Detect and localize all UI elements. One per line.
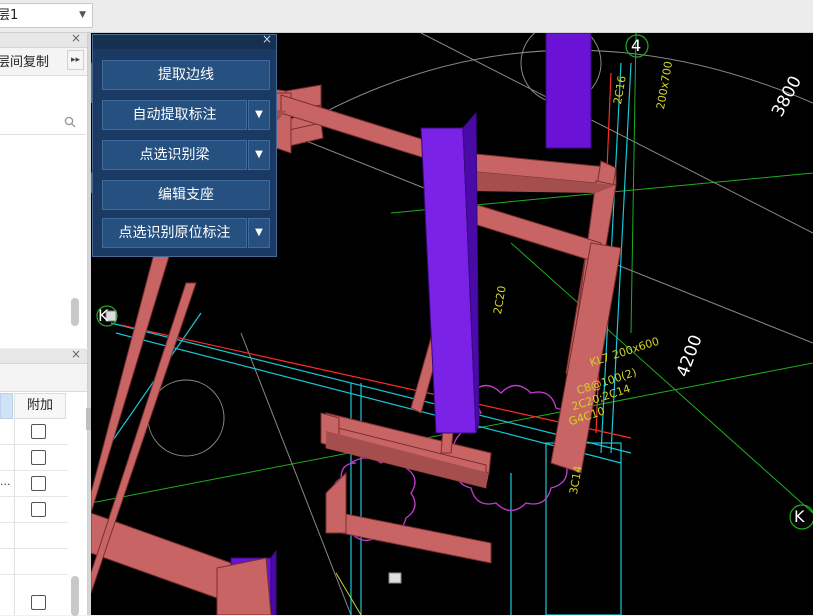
scrollbar-thumb[interactable] (71, 298, 79, 326)
pick-identify-beam-button[interactable]: 点选识别梁 (102, 140, 247, 170)
search-icon (64, 116, 76, 128)
panel-tabbar (0, 364, 87, 392)
extra-checkbox[interactable] (31, 595, 46, 610)
scrollbar-thumb[interactable] (71, 576, 79, 616)
float-panel-header[interactable]: × (93, 32, 276, 49)
extra-checkbox[interactable] (31, 502, 46, 517)
panel-header: × (0, 347, 87, 364)
table-row (0, 575, 68, 610)
top-toolbar: 层1 ▼ (0, 0, 813, 33)
close-icon[interactable]: × (71, 31, 81, 45)
chevron-down-icon: ▼ (79, 10, 86, 20)
chevron-down-icon[interactable]: ▼ (248, 100, 270, 130)
left-panel-top: × (0, 31, 88, 348)
extra-checkbox[interactable] (31, 424, 46, 439)
table-row (0, 419, 68, 445)
auto-extract-label-button[interactable]: 自动提取标注 (102, 100, 247, 130)
floor-copy-button[interactable]: 层间复制 (0, 51, 49, 70)
extra-checkbox[interactable] (31, 450, 46, 465)
row-prefix: ... (0, 475, 11, 488)
table-row (0, 497, 68, 523)
search-input[interactable] (0, 113, 86, 135)
table-row (0, 445, 68, 471)
grid-header-selected (0, 393, 13, 419)
axis-label-k-right: K (794, 507, 805, 526)
panel-header: × (0, 31, 87, 48)
pick-identify-in-situ-label-button[interactable]: 点选识别原位标注 (102, 218, 247, 248)
close-icon[interactable]: × (262, 32, 272, 46)
edit-support-button[interactable]: 编辑支座 (102, 180, 270, 210)
chevron-down-icon[interactable]: ▼ (248, 140, 270, 170)
table-row (0, 523, 68, 549)
left-panel-bottom: × 附加 ... (0, 347, 88, 616)
double-chevron-right-icon[interactable]: ▸▸ (67, 50, 84, 70)
table-row (0, 549, 68, 575)
floor-select[interactable]: 层1 ▼ (0, 3, 93, 28)
chevron-down-icon[interactable]: ▼ (248, 218, 270, 248)
grid-header-extra: 附加 (14, 393, 66, 419)
recognition-float-panel: × 提取边线 自动提取标注 ▼ 点选识别梁 ▼ 编辑支座 点选识别原位标注 ▼ (92, 32, 277, 257)
close-icon[interactable]: × (71, 347, 81, 361)
extract-edge-button[interactable]: 提取边线 (102, 60, 270, 90)
grid-divider (14, 393, 15, 615)
axis-label-k-left: K (98, 306, 109, 325)
axis-label-4: 4 (631, 36, 642, 55)
extra-checkbox[interactable] (31, 476, 46, 491)
table-row: ... (0, 471, 68, 497)
floor-select-value: 层1 (0, 8, 19, 23)
